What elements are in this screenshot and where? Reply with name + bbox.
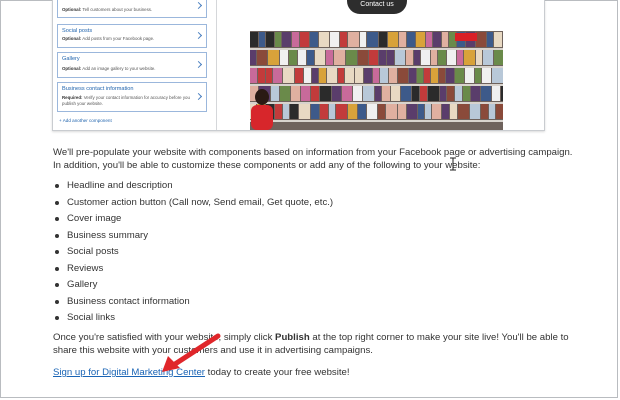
component-description: Required: Verify your contact informatio… xyxy=(62,95,190,106)
website-preview-image: Optional: Tell customers about your busi… xyxy=(52,0,545,131)
component-description: Optional: Add an image gallery to your w… xyxy=(62,66,156,71)
publish-paragraph: Once you're satisfied with your website,… xyxy=(53,332,569,356)
signup-paragraph: Sign up for Digital Marketing Center tod… xyxy=(53,367,350,378)
component-card-social-posts[interactable]: Social posts Optional: Add posts from yo… xyxy=(57,24,207,48)
list-item: Business contact information xyxy=(53,295,333,312)
component-card-business-summary[interactable]: Optional: Tell customers about your busi… xyxy=(57,0,207,18)
magazine-rack-image xyxy=(250,31,503,130)
component-card-gallery[interactable]: Gallery Optional: Add an image gallery t… xyxy=(57,52,207,78)
text-cursor-icon xyxy=(450,157,456,171)
list-item: Cover image xyxy=(53,212,333,229)
contact-us-button[interactable]: Contact us xyxy=(347,0,407,14)
list-item: Reviews xyxy=(53,262,333,279)
feature-list: Headline and description Customer action… xyxy=(53,179,333,328)
component-title: Business contact information xyxy=(62,86,134,92)
list-item: Social links xyxy=(53,311,333,328)
component-title: Social posts xyxy=(62,28,93,34)
component-description: Optional: Tell customers about your busi… xyxy=(62,7,153,12)
chevron-right-icon xyxy=(194,60,203,69)
gallery-photo xyxy=(250,31,503,130)
divider xyxy=(216,0,217,130)
list-item: Social posts xyxy=(53,245,333,262)
chevron-right-icon xyxy=(194,92,203,101)
list-item: Headline and description xyxy=(53,179,333,196)
list-item: Business summary xyxy=(53,229,333,246)
component-title: Gallery xyxy=(62,56,80,62)
list-item: Customer action button (Call now, Send e… xyxy=(53,196,333,213)
publish-term: Publish xyxy=(275,332,310,343)
chevron-right-icon xyxy=(194,31,203,40)
red-arrow-annotation xyxy=(162,333,221,372)
component-card-contact-info[interactable]: Business contact information Required: V… xyxy=(57,82,207,112)
chevron-right-icon xyxy=(194,1,203,10)
component-description: Optional: Add posts from your Facebook p… xyxy=(62,36,155,41)
components-panel: Optional: Tell customers about your busi… xyxy=(53,0,216,130)
list-item: Gallery xyxy=(53,278,333,295)
intro-paragraph: We'll pre-populate your website with com… xyxy=(53,147,573,171)
add-component-link[interactable]: + Add another component xyxy=(59,118,112,123)
